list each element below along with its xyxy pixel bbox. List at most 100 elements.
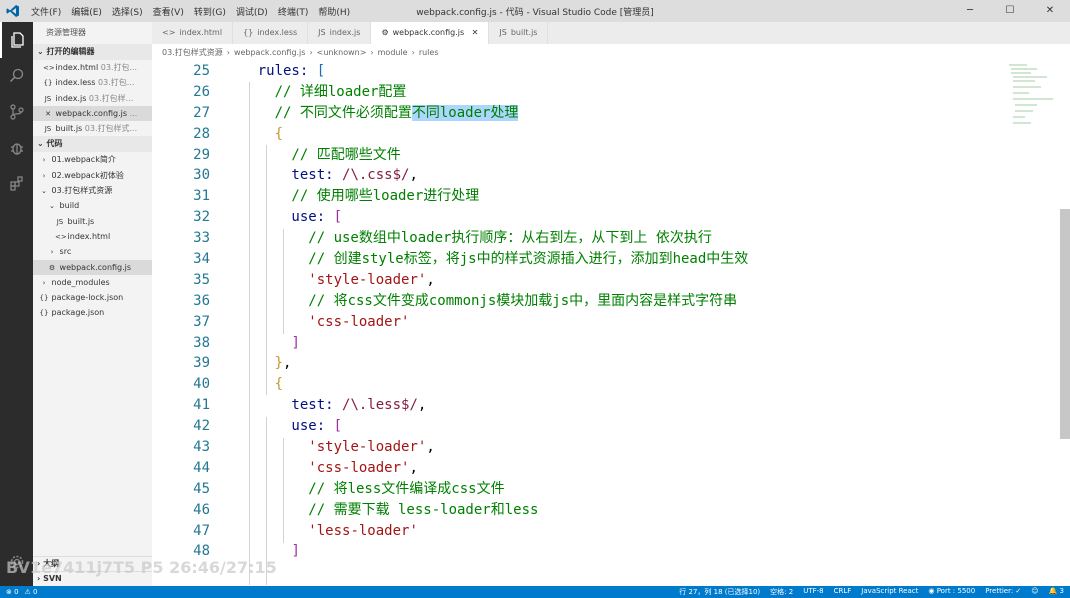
tree-item[interactable]: <> index.html [33, 229, 152, 244]
menu-item[interactable]: 帮助(H) [313, 5, 355, 18]
code-line[interactable]: 'style-loader', [152, 270, 999, 291]
code-line[interactable]: 'style-loader', [152, 437, 999, 458]
open-editor-item[interactable]: JS built.js 03.打包样式... [33, 121, 152, 136]
tree-item[interactable]: {} package-lock.json [33, 290, 152, 305]
code-token: /\.css$/ [342, 167, 410, 184]
code-line[interactable]: ] [152, 541, 999, 562]
project-folder-header[interactable]: ⌄ 代码 [33, 136, 152, 153]
file-name: index.html [55, 63, 99, 72]
menu-item[interactable]: 编辑(E) [66, 5, 107, 18]
code-line[interactable]: use: [ [152, 207, 999, 228]
menu-item[interactable]: 文件(F) [26, 5, 66, 18]
tree-item[interactable]: › 02.webpack初体验 [33, 168, 152, 183]
tree-item[interactable]: › node_modules [33, 275, 152, 290]
open-editors-header[interactable]: ⌄ 打开的编辑器 [33, 44, 152, 60]
code-line[interactable]: ] [152, 333, 999, 354]
editor-tab[interactable]: <> index.html [152, 22, 234, 44]
code-line[interactable]: // 将css文件变成commonjs模块加载js中，里面内容是样式字符串 [152, 291, 999, 312]
menu-item[interactable]: 终端(T) [273, 5, 314, 18]
live-server-port[interactable]: ◉ Port : 5500 [928, 587, 975, 597]
tree-item-label: package-lock.json [51, 293, 124, 303]
menu-item[interactable]: 转到(G) [189, 5, 231, 18]
breadcrumb-item[interactable]: module [378, 48, 408, 57]
breadcrumb-item[interactable]: webpack.config.js [234, 48, 306, 57]
code-line[interactable]: // 使用哪些loader进行处理 [152, 186, 999, 207]
open-editor-item[interactable]: <> index.html 03.打包... [33, 60, 152, 75]
code-line[interactable]: }, [152, 353, 999, 374]
code-line[interactable]: // 将less文件编译成css文件 [152, 479, 999, 500]
code-editor[interactable]: 25 26 27 28 29 30 31 32 33 34 35 36 37 38 39 40 41 42 43 44… [152, 61, 1070, 586]
search-icon[interactable] [0, 58, 33, 94]
menu-item[interactable]: 选择(S) [107, 5, 148, 18]
code-line[interactable]: // 匹配哪些文件 [152, 145, 999, 166]
close-tab-icon[interactable]: ✕ [472, 28, 479, 37]
code-token: , [417, 397, 427, 414]
tree-item[interactable]: ⚙ webpack.config.js [33, 259, 152, 275]
indentation-setting[interactable]: 空格: 2 [770, 587, 793, 597]
tree-item-label: webpack.config.js [59, 262, 132, 272]
open-editor-item[interactable]: {} index.less 03.打包... [33, 75, 152, 90]
warnings-indicator[interactable]: ⚠ 0 [25, 588, 38, 596]
eol-setting[interactable]: CRLF [834, 587, 852, 597]
source-control-icon[interactable] [0, 94, 33, 130]
code-line[interactable]: use: [ [152, 416, 999, 437]
tree-item[interactable]: {} package.json [33, 305, 152, 320]
open-editor-item[interactable]: ✕ webpack.config.js ... [33, 105, 152, 122]
files-icon[interactable] [0, 22, 33, 58]
notifications-bell-icon[interactable]: 🔔 3 [1049, 587, 1064, 597]
tree-item[interactable]: › 01.webpack简介 [33, 152, 152, 167]
code-line[interactable]: // 需要下载 less-loader和less [152, 500, 999, 521]
file-path-hint: 03.打包样... [88, 93, 134, 103]
breadcrumb-item[interactable]: rules [419, 48, 439, 57]
code-line[interactable]: 'css-loader' [152, 312, 999, 333]
tree-item[interactable]: ⌄ 03.打包样式资源 [33, 183, 152, 198]
code-token: 'css-loader' [308, 459, 410, 476]
open-editor-item[interactable]: JS index.js 03.打包样... [33, 91, 152, 106]
tree-item[interactable]: ⌄ build [33, 198, 152, 213]
code-token: ] [291, 334, 300, 351]
breadcrumb-separator: › [309, 48, 313, 57]
explorer-sidebar: 资源管理器 ⌄ 打开的编辑器 <> index.html 03.打包...{} … [33, 22, 152, 586]
editor-tab[interactable]: JS built.js [489, 22, 549, 44]
code-line[interactable]: 'css-loader', [152, 458, 999, 479]
editor-tab[interactable]: JS index.js [308, 22, 372, 44]
code-line[interactable]: test: /\.less$/, [152, 395, 999, 416]
cursor-position[interactable]: 行 27，列 18 (已选择10) [679, 587, 760, 597]
tree-item[interactable]: JS built.js [33, 214, 152, 229]
code-line[interactable]: { [152, 124, 999, 145]
menu-item[interactable]: 调试(D) [231, 5, 273, 18]
code-line[interactable]: // 创建style标签，将js中的样式资源插入进行，添加到head中生效 [152, 249, 999, 270]
code-line[interactable]: // use数组中loader执行顺序：从右到左，从下到上 依次执行 [152, 228, 999, 249]
extensions-icon[interactable] [0, 166, 33, 202]
breadcrumb-item[interactable]: <unknown> [317, 48, 367, 57]
close-window-button[interactable]: ✕ [1030, 0, 1070, 22]
breadcrumb-item[interactable]: 03.打包样式资源 [162, 48, 223, 57]
code-line[interactable]: test: /\.css$/, [152, 165, 999, 186]
menu-item[interactable]: 查看(V) [148, 5, 189, 18]
prettier-status[interactable]: Prettier: ✓ [985, 587, 1021, 597]
minimap[interactable] [1007, 61, 1057, 131]
minimize-button[interactable]: ─ [950, 0, 990, 22]
code-area[interactable]: rules: [ // 详细loader配置 // 不同文件必须配置不同load… [249, 61, 999, 562]
code-line[interactable]: rules: [ [152, 61, 999, 82]
tree-item[interactable]: › src [33, 244, 152, 259]
vertical-scrollbar[interactable] [1060, 209, 1070, 439]
editor-tab[interactable]: {} index.less [233, 22, 309, 44]
tree-item-icon: › [42, 278, 46, 287]
code-line[interactable]: { [152, 374, 999, 395]
tree-item-label: built.js [67, 216, 95, 226]
editor-tab[interactable]: ⚙ webpack.config.js ✕ [371, 22, 490, 44]
language-mode[interactable]: JavaScript React [861, 587, 918, 597]
errors-indicator[interactable]: ⊗ 0 [6, 588, 19, 596]
code-line[interactable]: // 不同文件必须配置不同loader处理 [152, 103, 999, 124]
file-type-icon: <> [162, 28, 176, 37]
code-token: // 匹配哪些文件 [224, 146, 401, 163]
debug-icon[interactable] [0, 130, 33, 166]
code-line[interactable]: // 详细loader配置 [152, 82, 999, 103]
code-line[interactable]: 'less-loader' [152, 521, 999, 542]
maximize-button[interactable]: ☐ [990, 0, 1030, 22]
feedback-icon[interactable]: ☺ [1031, 587, 1038, 597]
encoding-setting[interactable]: UTF-8 [803, 587, 823, 597]
vscode-logo-icon [0, 0, 26, 22]
